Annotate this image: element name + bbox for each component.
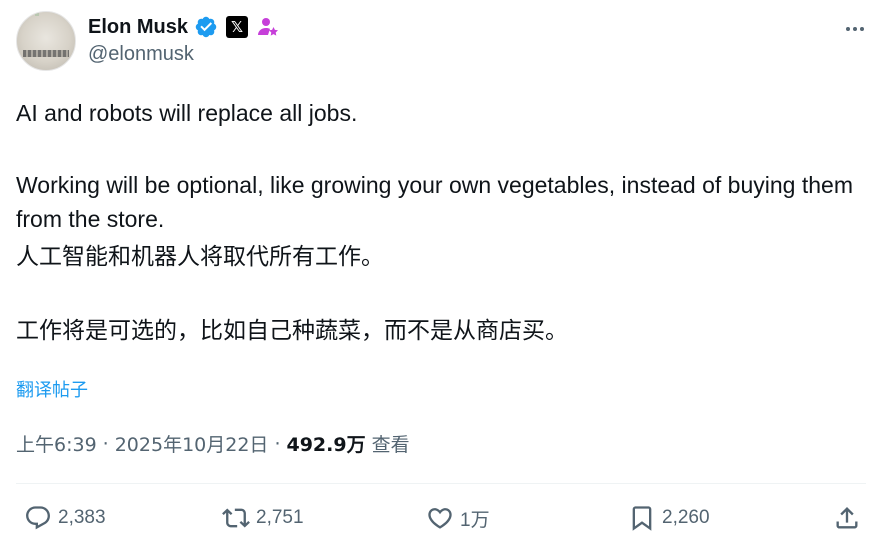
action-bar: 2,383 2,751 1万 2,260	[16, 500, 861, 536]
heart-icon	[428, 508, 452, 529]
verified-badge-icon[interactable]	[194, 15, 218, 39]
tweet-text-zh-line: 工作将是可选的，比如自己种蔬菜，而不是从商店买。	[16, 318, 568, 344]
avatar[interactable]	[16, 11, 76, 71]
tweet-text-zh-line: 人工智能和机器人将取代所有工作。	[16, 244, 384, 270]
tweet-meta: 上午6:39 · 2025年10月22日 · 492.9万 查看	[16, 430, 410, 457]
share-button[interactable]	[833, 504, 861, 532]
reply-button[interactable]: 2,383	[24, 504, 106, 532]
tweet-header: Elon Musk 𝕏 @elonmusk	[16, 11, 869, 71]
tweet-text-line: AI and robots will replace all jobs.	[16, 100, 358, 126]
tweet-text-paragraph: Working will be optional, like growing y…	[16, 172, 853, 232]
post-time[interactable]: 上午6:39	[16, 430, 97, 457]
repost-count: 2,751	[256, 507, 304, 528]
x-affiliate-badge-icon[interactable]: 𝕏	[226, 16, 249, 38]
like-count: 1万	[460, 509, 490, 531]
repost-icon	[222, 508, 250, 528]
divider	[16, 483, 866, 484]
x-affiliate-badge-glyph: 𝕏	[230, 18, 244, 36]
reply-icon	[26, 506, 50, 530]
government-badge-icon[interactable]	[256, 15, 280, 39]
avatar-detail	[35, 12, 39, 16]
meta-separator: ·	[102, 432, 109, 455]
translate-post-link[interactable]: 翻译帖子	[16, 376, 88, 402]
repost-button[interactable]: 2,751	[222, 504, 304, 532]
author-name-row: Elon Musk 𝕏	[88, 13, 280, 41]
avatar-detail	[23, 50, 69, 57]
like-button[interactable]: 1万	[426, 504, 490, 532]
more-options-icon[interactable]	[841, 17, 869, 41]
bookmark-count: 2,260	[662, 507, 710, 528]
bookmark-button[interactable]: 2,260	[628, 504, 710, 532]
view-label: 查看	[371, 434, 410, 456]
post-date[interactable]: 2025年10月22日	[115, 430, 269, 457]
bookmark-icon	[632, 506, 652, 531]
author-name[interactable]: Elon Musk	[88, 16, 188, 39]
view-count[interactable]: 492.9万	[286, 430, 365, 457]
meta-separator: ·	[274, 432, 281, 455]
share-icon	[836, 507, 858, 529]
reply-count: 2,383	[58, 507, 106, 528]
author-handle[interactable]: @elonmusk	[88, 43, 194, 66]
